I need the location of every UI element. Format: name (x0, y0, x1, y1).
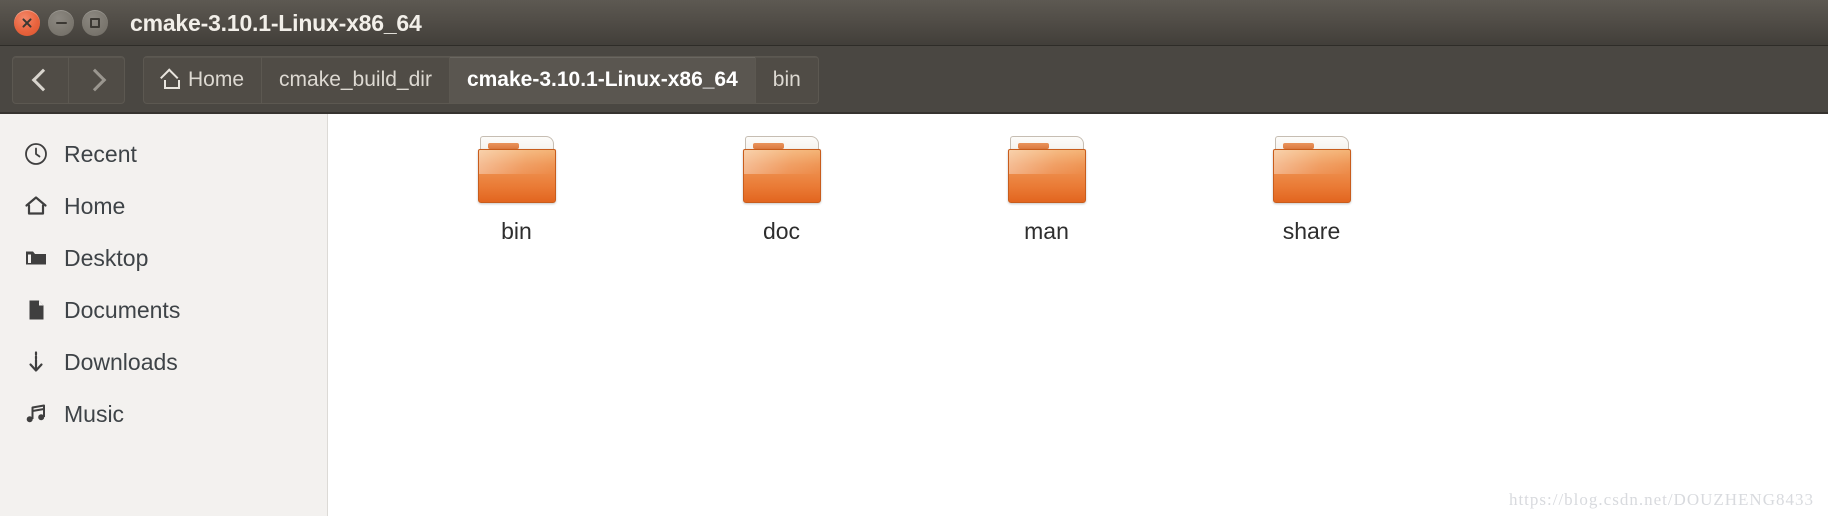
sidebar-item-desktop[interactable]: Desktop (0, 232, 327, 284)
folder-icon (16, 245, 56, 271)
chevron-left-icon (31, 68, 54, 92)
folder-front (477, 149, 556, 203)
window-body: Recent Home Desktop Documents Downloads … (0, 114, 1828, 516)
close-icon (21, 17, 33, 29)
breadcrumb: Home cmake_build_dir cmake-3.10.1-Linux-… (143, 56, 819, 104)
file-label: man (1024, 218, 1069, 244)
breadcrumb-item-current[interactable]: cmake-3.10.1-Linux-x86_64 (449, 57, 756, 103)
breadcrumb-label: Home (188, 68, 245, 91)
folder-front (742, 149, 821, 203)
house-icon (16, 193, 56, 219)
breadcrumb-item-bin[interactable]: bin (756, 57, 818, 103)
breadcrumb-label: cmake-3.10.1-Linux-x86_64 (466, 68, 738, 91)
navigation-buttons (12, 56, 125, 104)
file-label: bin (501, 218, 532, 244)
sidebar-item-documents[interactable]: Documents (0, 284, 327, 336)
watermark: https://blog.csdn.net/DOUZHENG8433 (1508, 490, 1814, 509)
folder-icon (1006, 136, 1088, 204)
breadcrumb-label: bin (772, 68, 801, 91)
back-button[interactable] (13, 57, 68, 103)
sidebar-item-music[interactable]: Music (0, 388, 327, 440)
sidebar-item-downloads[interactable]: Downloads (0, 336, 327, 388)
folder-icon (741, 136, 823, 204)
minimize-button[interactable] (48, 10, 74, 36)
maximize-button[interactable] (82, 10, 108, 36)
chevron-right-icon (83, 68, 106, 92)
sidebar-item-label: Documents (64, 296, 181, 323)
sidebar-item-label: Music (64, 400, 125, 427)
minimize-icon (55, 22, 67, 24)
music-note-icon (16, 401, 56, 427)
window-title: cmake-3.10.1-Linux-x86_64 (130, 9, 422, 36)
sidebar: Recent Home Desktop Documents Downloads … (0, 114, 328, 516)
close-button[interactable] (14, 10, 40, 36)
document-icon (16, 297, 56, 323)
file-label: doc (762, 218, 801, 244)
icon-grid: bin doc man share (328, 114, 1828, 245)
file-item-doc[interactable]: doc (649, 136, 914, 245)
sidebar-item-label: Home (64, 192, 126, 219)
folder-front (1272, 149, 1351, 203)
sidebar-item-label: Recent (64, 140, 137, 167)
clock-icon (16, 141, 56, 167)
folder-icon (1271, 136, 1353, 204)
file-manager-window: cmake-3.10.1-Linux-x86_64 Home cmake_bui… (0, 0, 1828, 516)
maximize-icon (90, 18, 100, 28)
file-item-man[interactable]: man (914, 136, 1179, 245)
folder-icon (476, 136, 558, 204)
file-label: share (1282, 218, 1341, 244)
sidebar-item-recent[interactable]: Recent (0, 128, 327, 180)
folder-front (1007, 149, 1086, 203)
file-list-area: bin doc man share https://blog.csdn.net/… (328, 114, 1828, 516)
path-toolbar: Home cmake_build_dir cmake-3.10.1-Linux-… (0, 46, 1828, 114)
breadcrumb-item-cmake-build-dir[interactable]: cmake_build_dir (262, 57, 450, 103)
sidebar-item-home[interactable]: Home (0, 180, 327, 232)
file-item-bin[interactable]: bin (384, 136, 649, 245)
breadcrumb-label: cmake_build_dir (279, 68, 432, 91)
home-icon (161, 71, 182, 90)
titlebar: cmake-3.10.1-Linux-x86_64 (0, 0, 1828, 46)
file-item-share[interactable]: share (1179, 136, 1444, 245)
breadcrumb-item-home[interactable]: Home (144, 57, 263, 103)
sidebar-item-label: Desktop (64, 244, 149, 271)
sidebar-item-label: Downloads (64, 348, 178, 375)
download-arrow-icon (16, 349, 56, 375)
window-controls (14, 10, 108, 36)
forward-button[interactable] (68, 57, 124, 103)
